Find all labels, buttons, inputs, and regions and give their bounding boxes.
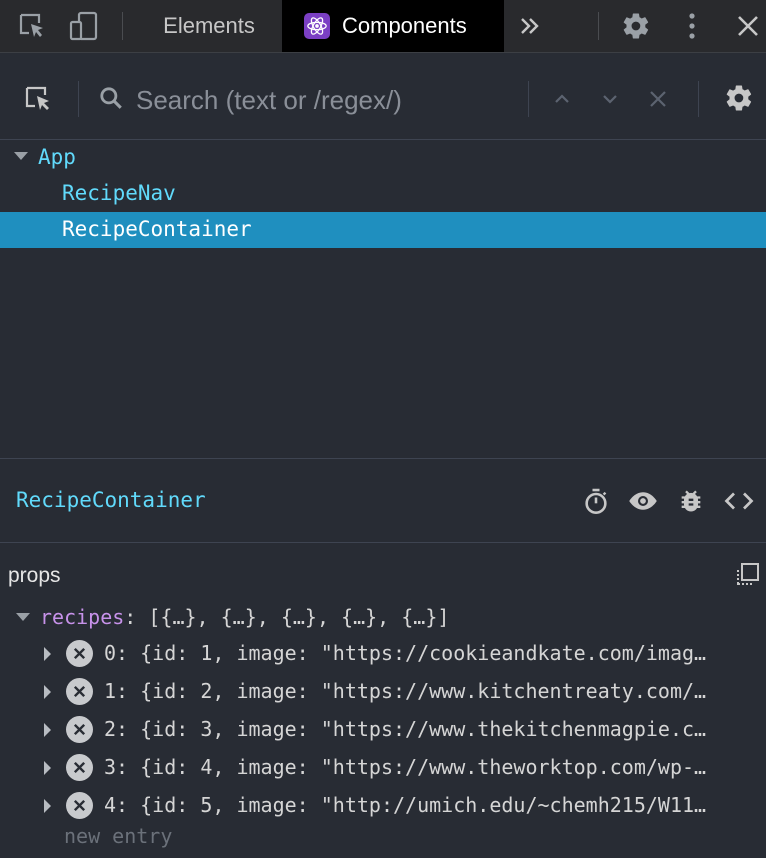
prop-colon: : bbox=[124, 605, 149, 629]
pane-divider[interactable] bbox=[0, 458, 766, 459]
delete-entry-icon[interactable] bbox=[66, 754, 93, 781]
pane-divider bbox=[0, 542, 766, 543]
delete-entry-icon[interactable] bbox=[66, 792, 93, 819]
select-component-icon[interactable] bbox=[22, 83, 56, 115]
tab-elements[interactable]: Elements bbox=[138, 0, 280, 52]
react-logo-icon bbox=[304, 13, 330, 39]
next-result-icon[interactable] bbox=[598, 87, 622, 111]
toolbar-divider bbox=[122, 12, 123, 40]
previous-result-icon[interactable] bbox=[550, 87, 574, 111]
clear-search-icon[interactable] bbox=[646, 87, 670, 111]
expand-caret-icon[interactable] bbox=[44, 647, 51, 661]
prop-key: recipes bbox=[40, 605, 125, 629]
delete-entry-icon[interactable] bbox=[66, 678, 93, 705]
tree-item-label: App bbox=[38, 145, 76, 169]
inspected-component-name: RecipeContainer bbox=[16, 488, 206, 512]
toolbar-divider bbox=[528, 81, 529, 117]
prop-value: [{…}, {…}, {…}, {…}, {…}] bbox=[148, 605, 450, 629]
component-tree: App RecipeNav RecipeContainer bbox=[0, 140, 766, 458]
tab-elements-label: Elements bbox=[163, 13, 255, 38]
expand-caret-icon[interactable] bbox=[44, 723, 51, 737]
entry-value: {id: 5, image: "http://umich.edu/~chemh2… bbox=[140, 793, 707, 817]
stopwatch-icon[interactable] bbox=[581, 486, 611, 516]
eye-icon[interactable] bbox=[628, 486, 658, 516]
tree-item-app[interactable]: App bbox=[0, 140, 766, 176]
kebab-menu-icon[interactable] bbox=[676, 10, 708, 42]
collapse-caret-icon[interactable] bbox=[16, 613, 30, 621]
search-input[interactable] bbox=[134, 79, 508, 121]
toolbar-divider bbox=[598, 12, 599, 40]
delete-entry-icon[interactable] bbox=[66, 640, 93, 667]
settings-gear-icon[interactable] bbox=[722, 81, 756, 115]
props-header: props bbox=[8, 564, 61, 587]
expand-caret-icon[interactable] bbox=[44, 685, 51, 699]
settings-gear-icon[interactable] bbox=[620, 10, 652, 42]
search-icon bbox=[96, 83, 126, 113]
prop-row-recipes[interactable]: recipes: [{…}, {…}, {…}, {…}, {…}] bbox=[0, 600, 766, 636]
new-entry-input[interactable]: new entry bbox=[64, 824, 172, 848]
bug-icon[interactable] bbox=[676, 486, 706, 516]
tree-item-recipecontainer[interactable]: RecipeContainer bbox=[0, 212, 766, 248]
tree-item-label: RecipeNav bbox=[62, 181, 176, 205]
entry-value: {id: 2, image: "https://www.kitchentreat… bbox=[140, 679, 707, 703]
entry-value: {id: 4, image: "https://www.theworktop.c… bbox=[140, 755, 707, 779]
tab-components-label: Components bbox=[342, 13, 467, 38]
toolbar-divider bbox=[78, 81, 79, 117]
entry-index: 1: bbox=[104, 679, 129, 703]
code-icon[interactable] bbox=[724, 486, 754, 516]
entry-value: {id: 3, image: "https://www.thekitchenma… bbox=[140, 717, 707, 741]
tree-item-label: RecipeContainer bbox=[62, 217, 252, 241]
list-item[interactable]: 4: {id: 5, image: "http://umich.edu/~che… bbox=[0, 788, 766, 824]
entry-index: 0: bbox=[104, 641, 129, 665]
list-item[interactable]: 1: {id: 2, image: "https://www.kitchentr… bbox=[0, 674, 766, 710]
toolbar-divider bbox=[698, 81, 699, 117]
list-item[interactable]: 3: {id: 4, image: "https://www.theworkto… bbox=[0, 750, 766, 786]
search-toolbar bbox=[0, 53, 766, 140]
expand-caret-icon[interactable] bbox=[14, 152, 28, 160]
entry-index: 3: bbox=[104, 755, 129, 779]
entry-index: 2: bbox=[104, 717, 129, 741]
device-toggle-icon[interactable] bbox=[68, 10, 100, 42]
copy-icon[interactable] bbox=[734, 562, 760, 588]
expand-caret-icon[interactable] bbox=[44, 761, 51, 775]
delete-entry-icon[interactable] bbox=[66, 716, 93, 743]
entry-index: 4: bbox=[104, 793, 129, 817]
list-item[interactable]: 0: {id: 1, image: "https://cookieandkate… bbox=[0, 636, 766, 672]
close-icon[interactable] bbox=[732, 10, 764, 42]
tab-components[interactable]: Components bbox=[282, 0, 504, 52]
inspect-element-icon[interactable] bbox=[16, 10, 48, 42]
inspected-element-header: RecipeContainer bbox=[0, 460, 766, 542]
entry-value: {id: 1, image: "https://cookieandkate.co… bbox=[140, 641, 707, 665]
list-item[interactable]: 2: {id: 3, image: "https://www.thekitche… bbox=[0, 712, 766, 748]
more-tabs-icon[interactable] bbox=[514, 10, 546, 42]
tree-item-recipenav[interactable]: RecipeNav bbox=[0, 176, 766, 212]
props-panel: props recipes: [{…}, {…}, {…}, {…}, {…}]… bbox=[0, 544, 766, 858]
devtools-tab-bar: Elements Components bbox=[0, 0, 766, 53]
expand-caret-icon[interactable] bbox=[44, 799, 51, 813]
